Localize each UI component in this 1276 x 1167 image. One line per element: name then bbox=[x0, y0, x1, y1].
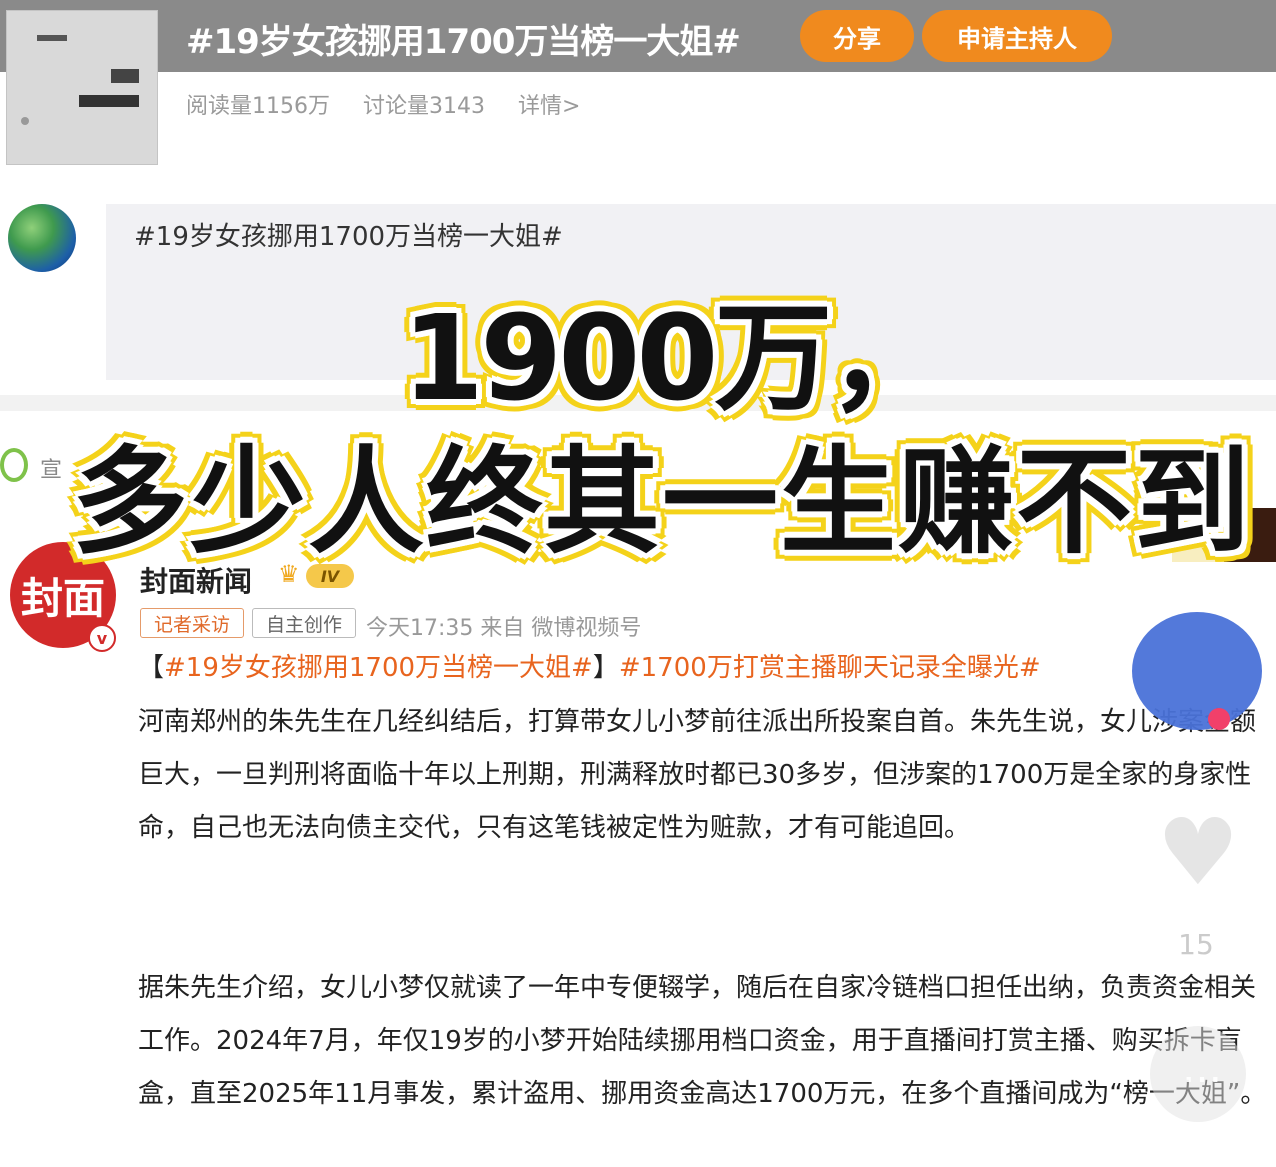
details-link[interactable]: 详情> bbox=[518, 94, 580, 119]
post-meta: 今天17:35 来自 微博视频号 bbox=[366, 616, 642, 641]
topic-stats: 阅读量1156万 讨论量3143 详情> bbox=[186, 88, 606, 120]
heart-icon[interactable]: ♥ bbox=[1150, 807, 1246, 899]
post-text: #19岁女孩挪用1700万当榜一大姐# bbox=[134, 222, 563, 252]
follow-icon[interactable] bbox=[1208, 708, 1230, 730]
hashtag-link[interactable]: #1700万打赏主播聊天记录全曝光# bbox=[619, 653, 1041, 683]
like-count: 15 bbox=[1178, 928, 1214, 961]
share-button[interactable]: 分享 bbox=[800, 10, 914, 62]
body-paragraph: 河南郑州的朱先生在几经纠结后，打算带女儿小梦前往派出所投案自首。朱先生说，女儿涉… bbox=[138, 707, 1257, 843]
partial-label: 宣 bbox=[40, 458, 63, 483]
user-avatar[interactable] bbox=[8, 204, 76, 272]
bracket-close: 】 bbox=[592, 653, 619, 683]
hashtag-line: 【#19岁女孩挪用1700万当榜一大姐#】#1700万打赏主播聊天记录全曝光# bbox=[138, 642, 1272, 695]
bracket-open: 【 bbox=[138, 653, 165, 683]
verified-icon: v bbox=[88, 624, 116, 652]
topic-title: #19岁女孩挪用1700万当榜一大姐# bbox=[186, 22, 741, 62]
apply-host-button[interactable]: 申请主持人 bbox=[922, 10, 1112, 62]
caption-line-2: 多少人终其一生赚不到 bbox=[72, 435, 1252, 570]
topic-thumbnail[interactable] bbox=[6, 10, 158, 165]
creator-avatar[interactable] bbox=[1132, 612, 1262, 730]
comment-bubble-icon: … bbox=[1182, 1046, 1222, 1092]
hashtag-link[interactable]: #19岁女孩挪用1700万当榜一大姐# bbox=[164, 653, 593, 683]
tag-reporter-interview: 记者采访 bbox=[140, 608, 244, 638]
tag-original-creation: 自主创作 bbox=[252, 608, 356, 638]
body-paragraph: 据朱先生介绍，女儿小梦仅就读了一年中专便辍学，随后在自家冷链档口担任出纳，负责资… bbox=[138, 973, 1267, 1109]
read-count: 阅读量1156万 bbox=[186, 94, 330, 119]
chat-bubble-icon bbox=[0, 448, 28, 482]
discussion-count: 讨论量3143 bbox=[363, 94, 485, 119]
